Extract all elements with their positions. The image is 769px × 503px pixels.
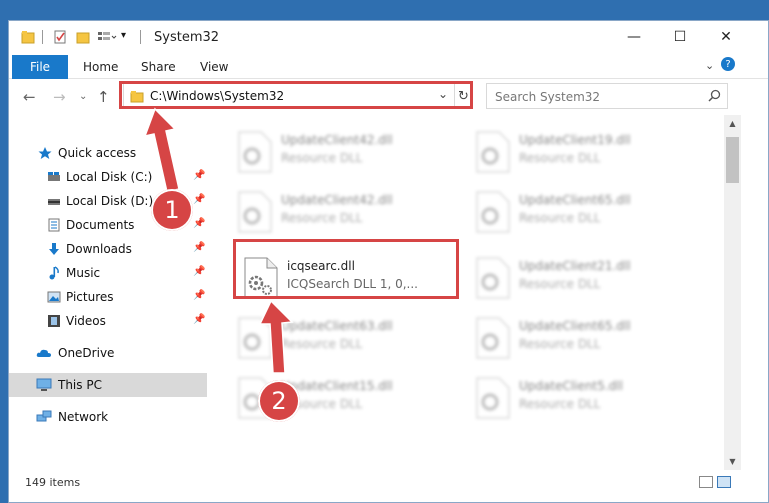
new-folder-icon[interactable] bbox=[76, 30, 90, 47]
file-item[interactable]: UpdateClient65.dll Resource DLL bbox=[447, 185, 677, 239]
pictures-icon bbox=[47, 290, 61, 304]
step-1-badge: 1 bbox=[151, 189, 193, 231]
dll-file-icon bbox=[475, 257, 511, 299]
tab-file[interactable]: File bbox=[12, 55, 68, 79]
videos-icon bbox=[47, 314, 61, 328]
file-item[interactable]: UpdateClient15.dll Resource DLL bbox=[209, 371, 439, 425]
downloads-icon bbox=[47, 242, 61, 256]
dll-file-icon bbox=[237, 191, 273, 233]
large-icons-view-icon[interactable] bbox=[717, 476, 731, 488]
nav-item-network[interactable]: Network bbox=[9, 405, 207, 429]
scroll-down-icon[interactable]: ▼ bbox=[724, 453, 741, 470]
view-options-icon[interactable] bbox=[97, 30, 117, 47]
ribbon-tabs: File Home Share View ⌄ ? bbox=[9, 53, 768, 79]
nav-item-local-disk-c[interactable]: Local Disk (C:) 📌 bbox=[9, 165, 207, 189]
item-count: 149 items bbox=[25, 476, 81, 489]
maximize-button[interactable]: ☐ bbox=[657, 21, 703, 53]
pin-icon[interactable]: 📌 bbox=[193, 218, 205, 229]
nav-item-downloads[interactable]: Downloads 📌 bbox=[9, 237, 207, 261]
close-button[interactable]: ✕ bbox=[703, 21, 749, 53]
dll-file-icon bbox=[475, 191, 511, 233]
file-item[interactable]: UpdateClient5.dll Resource DLL bbox=[447, 371, 677, 425]
pc-icon bbox=[36, 378, 52, 392]
details-view-icon[interactable] bbox=[699, 476, 713, 488]
address-dropdown-icon[interactable]: ⌄ bbox=[438, 87, 448, 101]
file-explorer-window: ▾ System32 — ☐ ✕ File Home Share View ⌄ … bbox=[8, 20, 769, 503]
nav-item-quick-access[interactable]: Quick access bbox=[9, 141, 207, 165]
folder-icon bbox=[21, 30, 35, 47]
up-arrow-icon[interactable]: ↑ bbox=[97, 88, 110, 106]
pin-icon[interactable]: 📌 bbox=[193, 314, 205, 325]
drive-icon bbox=[47, 170, 61, 184]
network-icon bbox=[36, 410, 52, 424]
pin-icon[interactable]: 📌 bbox=[193, 194, 205, 205]
music-icon bbox=[47, 266, 61, 280]
address-row: ← → ⌄ ↑ C:\Windows\System32 ⌄ ↻ bbox=[9, 79, 768, 115]
file-item-icqsearc[interactable]: icqsearc.dll ICQSearch DLL 1, 0,... bbox=[217, 251, 447, 305]
dll-file-icon bbox=[237, 131, 273, 173]
pin-icon[interactable]: 📌 bbox=[193, 290, 205, 301]
nav-item-videos[interactable]: Videos 📌 bbox=[9, 309, 207, 333]
dll-file-icon bbox=[475, 131, 511, 173]
dll-file-icon bbox=[243, 257, 279, 299]
nav-item-onedrive[interactable]: OneDrive bbox=[9, 341, 207, 365]
file-item[interactable]: UpdateClient63.dll Resource DLL bbox=[209, 311, 439, 365]
address-bar[interactable]: C:\Windows\System32 ⌄ ↻ bbox=[123, 83, 471, 109]
star-icon bbox=[38, 146, 52, 160]
nav-item-music[interactable]: Music 📌 bbox=[9, 261, 207, 285]
back-arrow-icon[interactable]: ← bbox=[23, 88, 36, 106]
search-input[interactable] bbox=[495, 86, 705, 108]
file-item[interactable]: UpdateClient21.dll Resource DLL bbox=[447, 251, 677, 305]
dll-file-icon bbox=[237, 317, 273, 359]
recent-locations-icon[interactable]: ⌄ bbox=[79, 91, 87, 102]
refresh-button[interactable]: ↻ bbox=[454, 84, 472, 108]
dll-file-icon bbox=[475, 377, 511, 419]
desktop-background bbox=[0, 0, 769, 20]
search-icon bbox=[708, 89, 721, 105]
expand-ribbon-icon[interactable]: ⌄ bbox=[705, 59, 714, 72]
folder-icon bbox=[130, 90, 144, 106]
file-item[interactable]: UpdateClient65.dll Resource DLL bbox=[447, 311, 677, 365]
tab-share[interactable]: Share bbox=[141, 60, 176, 74]
minimize-button[interactable]: — bbox=[611, 21, 657, 53]
vertical-scrollbar[interactable]: ▲ ▼ bbox=[724, 115, 741, 470]
file-item[interactable]: UpdateClient42.dll Resource DLL bbox=[209, 185, 439, 239]
properties-icon[interactable] bbox=[53, 30, 67, 47]
forward-arrow-icon[interactable]: → bbox=[53, 88, 66, 106]
scroll-up-icon[interactable]: ▲ bbox=[724, 115, 741, 132]
customize-qat-icon[interactable]: ▾ bbox=[121, 30, 126, 41]
drive-icon bbox=[47, 194, 61, 208]
tab-home[interactable]: Home bbox=[83, 60, 118, 74]
nav-item-this-pc[interactable]: This PC bbox=[9, 373, 207, 397]
pin-icon[interactable]: 📌 bbox=[193, 266, 205, 277]
pin-icon[interactable]: 📌 bbox=[193, 170, 205, 181]
pin-icon[interactable]: 📌 bbox=[193, 242, 205, 253]
navigation-pane: Quick access Local Disk (C:) 📌 Local Dis… bbox=[9, 115, 207, 470]
dll-file-icon bbox=[475, 317, 511, 359]
nav-item-pictures[interactable]: Pictures 📌 bbox=[9, 285, 207, 309]
address-path[interactable]: C:\Windows\System32 bbox=[150, 89, 284, 103]
documents-icon bbox=[47, 218, 61, 232]
file-item[interactable]: UpdateClient19.dll Resource DLL bbox=[447, 125, 677, 179]
file-item[interactable]: UpdateClient42.dll Resource DLL bbox=[209, 125, 439, 179]
step-2-badge: 2 bbox=[258, 380, 300, 422]
title-bar: ▾ System32 — ☐ ✕ bbox=[9, 21, 768, 53]
onedrive-icon bbox=[36, 346, 51, 360]
window-title: System32 bbox=[154, 30, 220, 45]
scrollbar-thumb[interactable] bbox=[726, 137, 739, 183]
tab-view[interactable]: View bbox=[200, 60, 228, 74]
search-box[interactable] bbox=[486, 83, 728, 109]
status-bar: 149 items bbox=[9, 470, 768, 502]
help-icon[interactable]: ? bbox=[721, 57, 735, 71]
